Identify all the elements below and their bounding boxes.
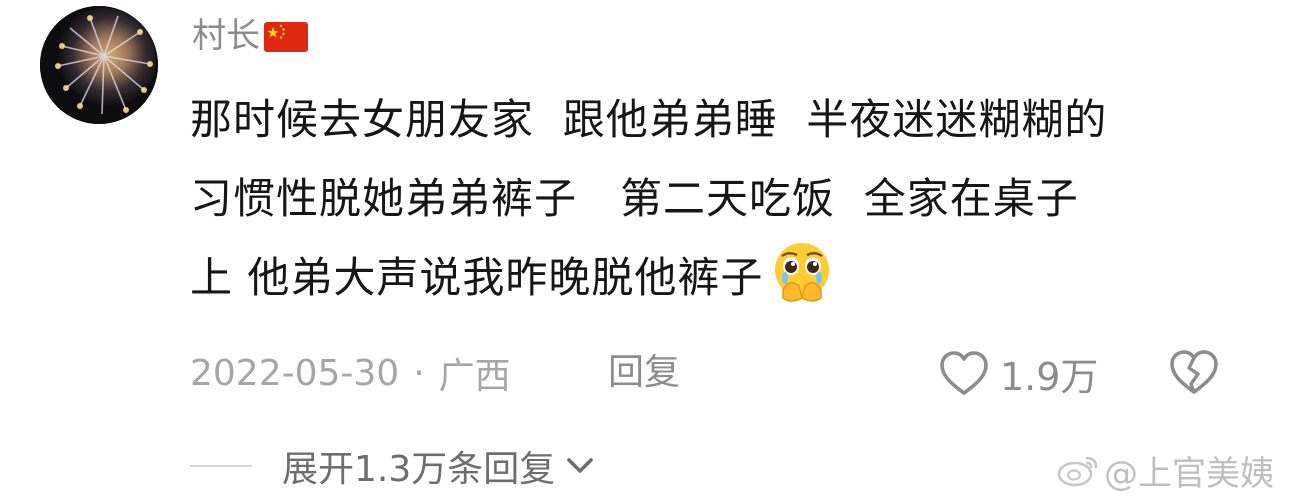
expand-replies-label: 展开1.3万条回复 bbox=[282, 449, 556, 490]
comment-text[interactable]: 那时候去女朋友家 跟他弟弟睡 半夜迷迷糊糊的 习惯性脱她弟弟裤子 第二天吃饭 全… bbox=[190, 80, 1250, 317]
chevron-down-icon bbox=[567, 458, 594, 473]
watermark-text: @上官美姨 bbox=[1104, 453, 1274, 494]
broken-heart-icon[interactable] bbox=[1168, 348, 1220, 396]
avatar[interactable] bbox=[40, 6, 158, 124]
username[interactable]: 村长 bbox=[192, 12, 260, 60]
reply-button[interactable]: 回复 bbox=[608, 345, 680, 401]
comment-line-last: 上 他弟大声说我昨晚脱他裤子 bbox=[190, 238, 1250, 317]
comment-region: 广西 bbox=[438, 356, 511, 397]
comment-date: 2022-05-30 bbox=[190, 352, 400, 394]
comment-line: 那时候去女朋友家 跟他弟弟睡 半夜迷迷糊糊的 bbox=[190, 95, 1108, 144]
weibo-logo-icon bbox=[1057, 456, 1098, 487]
meta-separator: · bbox=[413, 352, 425, 394]
comment-meta: 2022-05-30 · 广西 bbox=[190, 345, 511, 401]
expand-replies-button[interactable]: 展开1.3万条回复 bbox=[190, 438, 597, 494]
heart-outline-icon bbox=[940, 351, 988, 395]
pleading-face-with-hands-emoji bbox=[775, 243, 830, 302]
username-row: 村长 bbox=[192, 12, 310, 60]
comment-line: 习惯性脱她弟弟裤子 第二天吃饭 全家在桌子 bbox=[190, 174, 1079, 223]
china-flag-icon bbox=[264, 22, 308, 52]
avatar-image bbox=[40, 6, 158, 124]
divider-line bbox=[190, 465, 252, 467]
like-count: 1.9万 bbox=[1000, 354, 1099, 399]
comment-line-text: 上 他弟大声说我昨晚脱他裤子 bbox=[190, 253, 764, 302]
like-button[interactable]: 1.9万 bbox=[938, 344, 1098, 402]
watermark: @上官美姨 bbox=[1056, 448, 1274, 494]
